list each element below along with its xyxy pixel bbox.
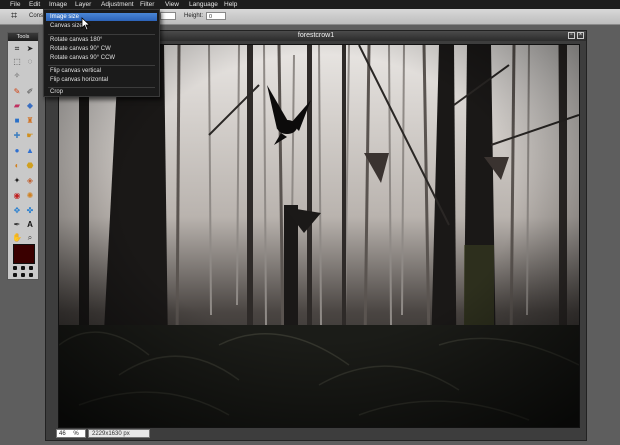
- close-icon[interactable]: ×: [577, 32, 584, 39]
- crop-icon: ⌗: [11, 10, 18, 22]
- menu-view[interactable]: View: [165, 1, 179, 8]
- fill-tool-icon[interactable]: ◆: [25, 101, 35, 111]
- menu-language[interactable]: Language: [189, 1, 218, 8]
- pencil-tool-icon[interactable]: ✎: [12, 87, 22, 97]
- menu-filter[interactable]: Filter: [140, 1, 154, 8]
- zoom-tool-icon[interactable]: ⌕: [25, 233, 35, 243]
- status-bar: 46 % 2229x1630 px: [56, 429, 576, 439]
- menu-file[interactable]: File: [10, 1, 20, 8]
- hand-tool-icon[interactable]: ✋: [12, 233, 22, 243]
- spot-tool-icon[interactable]: ✺: [25, 191, 35, 201]
- gradient-tool-icon[interactable]: ■: [12, 116, 22, 126]
- menu-separator: [48, 34, 155, 35]
- image-menu-dropdown: Image size Canvas size Rotate canvas 180…: [43, 9, 160, 97]
- width-input[interactable]: [160, 12, 176, 20]
- menu-item-flip-horizontal[interactable]: Flip canvas horizontal: [46, 76, 157, 84]
- menu-bar: File Edit Image Layer Adjustment Filter …: [0, 0, 620, 9]
- zoom-unit: %: [73, 431, 79, 437]
- menu-image[interactable]: Image: [49, 1, 67, 8]
- pinch-tool-icon[interactable]: ✤: [25, 206, 35, 216]
- smudge-tool-icon[interactable]: ☛: [25, 131, 35, 141]
- color-replace-tool-icon[interactable]: ◈: [25, 176, 35, 186]
- constrain-label: Cons: [29, 13, 44, 19]
- foreground-color-swatch[interactable]: [13, 244, 35, 264]
- menu-layer[interactable]: Layer: [75, 1, 91, 8]
- maximize-icon[interactable]: ▫: [568, 32, 575, 39]
- bloat-tool-icon[interactable]: ✥: [12, 206, 22, 216]
- tools-panel: Tools ⌗ ➤ ⬚ ◌ ✧ ✎ ✐ ▰ ◆ ■ ♜ ✚ ☛ ● ▲ ◐ ⬣ …: [7, 32, 39, 280]
- menu-item-crop[interactable]: Crop: [46, 88, 157, 96]
- eyedropper-tool-icon[interactable]: ✒: [12, 220, 22, 230]
- mouse-cursor-icon: [81, 17, 91, 31]
- menu-item-rotate-90-cw[interactable]: Rotate canvas 90° CW: [46, 45, 157, 53]
- stamp-tool-icon[interactable]: ♜: [25, 116, 35, 126]
- menu-edit[interactable]: Edit: [29, 1, 40, 8]
- dodge-tool-icon[interactable]: ◐: [12, 161, 22, 171]
- lasso-tool-icon[interactable]: ◌: [25, 57, 35, 67]
- menu-item-rotate-90-ccw[interactable]: Rotate canvas 90° CCW: [46, 54, 157, 62]
- heal-tool-icon[interactable]: ✚: [12, 131, 22, 141]
- standard-mode-icon[interactable]: [21, 273, 25, 277]
- sponge-tool-icon[interactable]: ✦: [12, 176, 22, 186]
- burn-tool-icon[interactable]: ⬣: [25, 161, 35, 171]
- marquee-tool-icon[interactable]: ⬚: [12, 57, 22, 67]
- eraser-tool-icon[interactable]: ▰: [12, 101, 22, 111]
- menu-item-rotate-180[interactable]: Rotate canvas 180°: [46, 36, 157, 44]
- zoom-field[interactable]: 46 %: [56, 429, 86, 438]
- zoom-value: 46: [59, 431, 66, 437]
- menu-separator: [48, 65, 155, 66]
- forest-photo: [59, 45, 579, 427]
- mask-mode-icon[interactable]: [13, 273, 17, 277]
- color-option-icon[interactable]: [29, 266, 33, 270]
- menu-item-canvas-size[interactable]: Canvas size: [46, 22, 157, 30]
- menu-item-image-size[interactable]: Image size: [46, 13, 157, 21]
- reset-colors-icon[interactable]: [21, 266, 25, 270]
- move-tool-icon[interactable]: ➤: [25, 44, 35, 54]
- brush-tool-icon[interactable]: ✐: [25, 87, 35, 97]
- image-canvas[interactable]: [58, 44, 580, 428]
- swap-colors-icon[interactable]: [13, 266, 17, 270]
- wand-tool-icon[interactable]: ✧: [12, 71, 22, 81]
- screen-mode-icon[interactable]: [29, 273, 33, 277]
- sharpen-tool-icon[interactable]: ▲: [25, 146, 35, 156]
- image-dimensions: 2229x1630 px: [88, 429, 150, 438]
- menu-item-flip-vertical[interactable]: Flip canvas vertical: [46, 67, 157, 75]
- tools-panel-title: Tools: [8, 33, 38, 41]
- menu-help[interactable]: Help: [224, 1, 237, 8]
- blur-tool-icon[interactable]: ●: [12, 146, 22, 156]
- crop-tool-icon[interactable]: ⌗: [12, 44, 22, 54]
- text-tool-icon[interactable]: A: [25, 220, 35, 230]
- height-input[interactable]: 0: [206, 12, 226, 20]
- menu-adjustment[interactable]: Adjustment: [101, 1, 134, 8]
- red-eye-tool-icon[interactable]: ◉: [12, 191, 22, 201]
- height-label: Height:: [184, 13, 204, 19]
